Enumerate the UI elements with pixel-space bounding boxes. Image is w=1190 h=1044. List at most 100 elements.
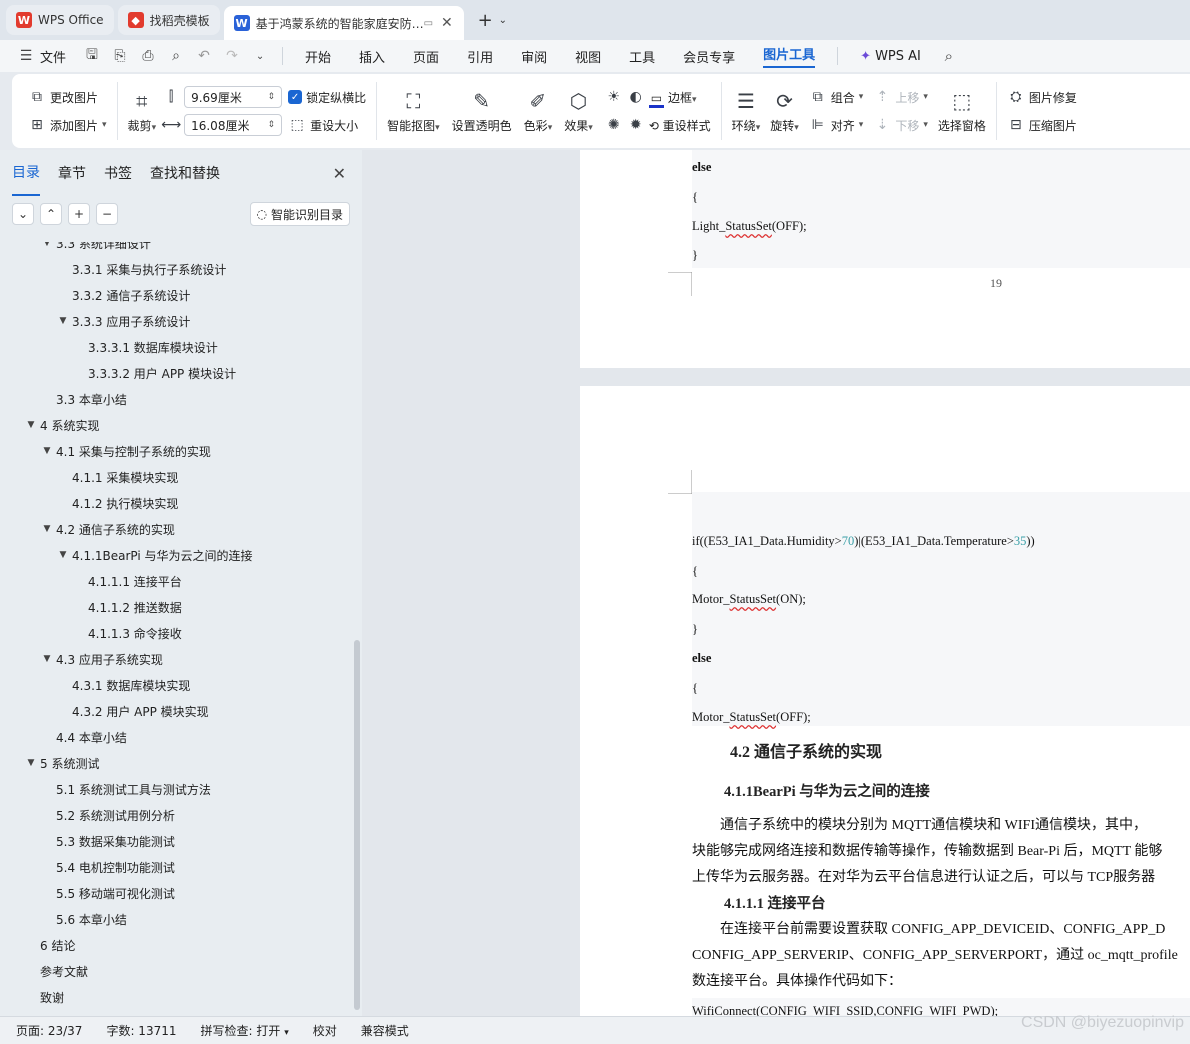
menu-review[interactable]: 审阅: [507, 40, 561, 72]
search-icon[interactable]: ⌕: [941, 47, 957, 65]
contrast-low-icon[interactable]: ✹: [627, 116, 645, 134]
menu-member[interactable]: 会员专享: [669, 40, 749, 72]
page-indicator[interactable]: 页面: 23/37: [16, 1022, 82, 1039]
monitor-icon[interactable]: ▭: [424, 18, 433, 29]
print-preview-icon[interactable]: ⌕: [168, 48, 184, 64]
save-icon[interactable]: 🖫: [84, 47, 100, 64]
toc-item[interactable]: ▼ 4.1 采集与控制子系统的实现: [0, 438, 350, 464]
picture-repair-button[interactable]: ⛭ 图片修复: [1007, 88, 1077, 106]
crop-button[interactable]: ⌗ 裁剪▾: [128, 89, 157, 134]
toc-item[interactable]: ▼ 5 系统测试: [0, 750, 350, 776]
collapse-button[interactable]: ⌃: [40, 203, 62, 225]
add-picture-button[interactable]: ⊞ 添加图片 ▾: [28, 116, 106, 134]
menu-picture-tools[interactable]: 图片工具: [749, 40, 829, 72]
scrollbar[interactable]: [354, 640, 360, 1010]
expand-arrow-icon[interactable]: ▼: [24, 420, 38, 430]
toc-item[interactable]: ▼ 4.1.1BearPi 与华为云之间的连接: [0, 542, 350, 568]
toc-item[interactable]: 3.3 本章小结: [0, 386, 350, 412]
toc-item[interactable]: ▼ 4 系统实现: [0, 412, 350, 438]
wrap-button[interactable]: ☰ 环绕▾: [732, 89, 761, 134]
toc-item[interactable]: ▼ 3.3 系统详细设计: [0, 242, 350, 256]
word-count[interactable]: 字数: 13711: [106, 1022, 176, 1039]
spinner-icon[interactable]: ⇕: [268, 120, 276, 130]
export-icon[interactable]: ⎘: [112, 48, 128, 64]
tab-docer[interactable]: ◆ 找稻壳模板: [117, 5, 220, 35]
remove-heading-button[interactable]: −: [96, 203, 118, 225]
smart-cutout-button[interactable]: ⛶ 智能抠图▾: [387, 89, 440, 134]
toc-item[interactable]: 4.1.1 采集模块实现: [0, 464, 350, 490]
reset-style-button[interactable]: ⟲ 重设样式: [649, 117, 711, 134]
hamburger-icon[interactable]: ☰: [18, 48, 34, 64]
toc-item[interactable]: 5.1 系统测试工具与测试方法: [0, 776, 350, 802]
chevron-down-icon[interactable]: ⌄: [499, 15, 507, 26]
toc-item[interactable]: 6 结论: [0, 932, 350, 958]
new-tab-button[interactable]: + ⌄: [478, 10, 507, 31]
toc-item[interactable]: 4.3.1 数据库模块实现: [0, 672, 350, 698]
expand-arrow-icon[interactable]: ▼: [40, 654, 54, 664]
toc-item[interactable]: 5.6 本章小结: [0, 906, 350, 932]
align-button[interactable]: ⊫ 对齐 ▾: [809, 116, 864, 134]
proofread-button[interactable]: 校对: [313, 1022, 337, 1039]
redo-icon[interactable]: ↷: [224, 48, 240, 64]
rotate-button[interactable]: ⟳ 旋转▾: [770, 89, 799, 134]
menu-insert[interactable]: 插入: [345, 40, 399, 72]
tab-find-replace[interactable]: 查找和替换: [150, 150, 220, 196]
expand-arrow-icon[interactable]: ▼: [56, 316, 70, 326]
wps-ai-button[interactable]: ✦ WPS AI: [846, 40, 935, 72]
height-input[interactable]: 9.69厘米 ⇕: [184, 86, 283, 108]
expand-arrow-icon[interactable]: ▼: [56, 550, 70, 560]
spell-check-toggle[interactable]: 拼写检查: 打开 ▾: [201, 1022, 289, 1039]
compress-picture-button[interactable]: ⊟ 压缩图片: [1007, 116, 1077, 134]
menu-home[interactable]: 开始: [291, 40, 345, 72]
toc-item[interactable]: 5.3 数据采集功能测试: [0, 828, 350, 854]
ai-toc-button[interactable]: ◌ 智能识别目录: [249, 202, 350, 226]
menu-tools[interactable]: 工具: [615, 40, 669, 72]
menu-references[interactable]: 引用: [453, 40, 507, 72]
undo-icon[interactable]: ↶: [196, 48, 212, 64]
reset-size-button[interactable]: ⬚ 重设大小: [288, 116, 366, 134]
contrast-icon[interactable]: ◐: [627, 88, 645, 106]
color-button[interactable]: ✐ 色彩▾: [524, 89, 553, 134]
toc-item[interactable]: 5.4 电机控制功能测试: [0, 854, 350, 880]
lock-ratio-checkbox[interactable]: ✓ 锁定纵横比: [288, 88, 366, 106]
toc-item[interactable]: 4.4 本章小结: [0, 724, 350, 750]
tab-bookmarks[interactable]: 书签: [104, 150, 132, 196]
tab-wps-office[interactable]: W WPS Office: [6, 5, 114, 35]
toc-item[interactable]: 5.2 系统测试用例分析: [0, 802, 350, 828]
toc-item[interactable]: 4.1.1.3 命令接收: [0, 620, 350, 646]
toc-item[interactable]: 3.3.2 通信子系统设计: [0, 282, 350, 308]
toc-item[interactable]: 5.5 移动端可视化测试: [0, 880, 350, 906]
toc-item[interactable]: 3.3.3.1 数据库模块设计: [0, 334, 350, 360]
toc-item[interactable]: ▼ 4.2 通信子系统的实现: [0, 516, 350, 542]
set-transparent-button[interactable]: ✎ 设置透明色: [452, 89, 512, 134]
close-icon[interactable]: ✕: [441, 15, 453, 31]
toc-item[interactable]: 3.3.3.2 用户 APP 模块设计: [0, 360, 350, 386]
expand-arrow-icon[interactable]: ▼: [40, 446, 54, 456]
toc-item[interactable]: 4.1.1.2 推送数据: [0, 594, 350, 620]
toc-item[interactable]: 3.3.1 采集与执行子系统设计: [0, 256, 350, 282]
toc-item[interactable]: 4.1.1.1 连接平台: [0, 568, 350, 594]
move-down-button[interactable]: ⇣ 下移 ▾: [873, 116, 927, 134]
effects-button[interactable]: ⬡ 效果▾: [564, 89, 593, 134]
menu-page[interactable]: 页面: [399, 40, 453, 72]
toc-item[interactable]: ▼ 3.3.3 应用子系统设计: [0, 308, 350, 334]
close-icon[interactable]: ✕: [333, 164, 346, 183]
chevron-down-icon[interactable]: ⌄: [252, 48, 268, 64]
change-picture-button[interactable]: ⧉ 更改图片: [28, 88, 107, 106]
width-input[interactable]: 16.08厘米 ⇕: [184, 114, 283, 136]
print-icon[interactable]: ⎙: [140, 48, 156, 64]
selection-pane-button[interactable]: ⬚ 选择窗格: [938, 89, 986, 134]
brightness-up-icon[interactable]: ☀: [605, 88, 623, 106]
toc-item[interactable]: 4.3.2 用户 APP 模块实现: [0, 698, 350, 724]
toc-item[interactable]: 4.1.2 执行模块实现: [0, 490, 350, 516]
expand-arrow-icon[interactable]: ▼: [40, 242, 54, 248]
menu-view[interactable]: 视图: [561, 40, 615, 72]
spinner-icon[interactable]: ⇕: [268, 92, 276, 102]
toc-item[interactable]: 致谢: [0, 984, 350, 1010]
tab-toc[interactable]: 目录: [12, 150, 40, 196]
toc-item[interactable]: 参考文献: [0, 958, 350, 984]
file-menu[interactable]: 文件: [40, 47, 66, 66]
expand-arrow-icon[interactable]: ▼: [40, 524, 54, 534]
move-up-button[interactable]: ⇡ 上移 ▾: [873, 88, 927, 106]
brightness-down-icon[interactable]: ✺: [605, 116, 623, 134]
